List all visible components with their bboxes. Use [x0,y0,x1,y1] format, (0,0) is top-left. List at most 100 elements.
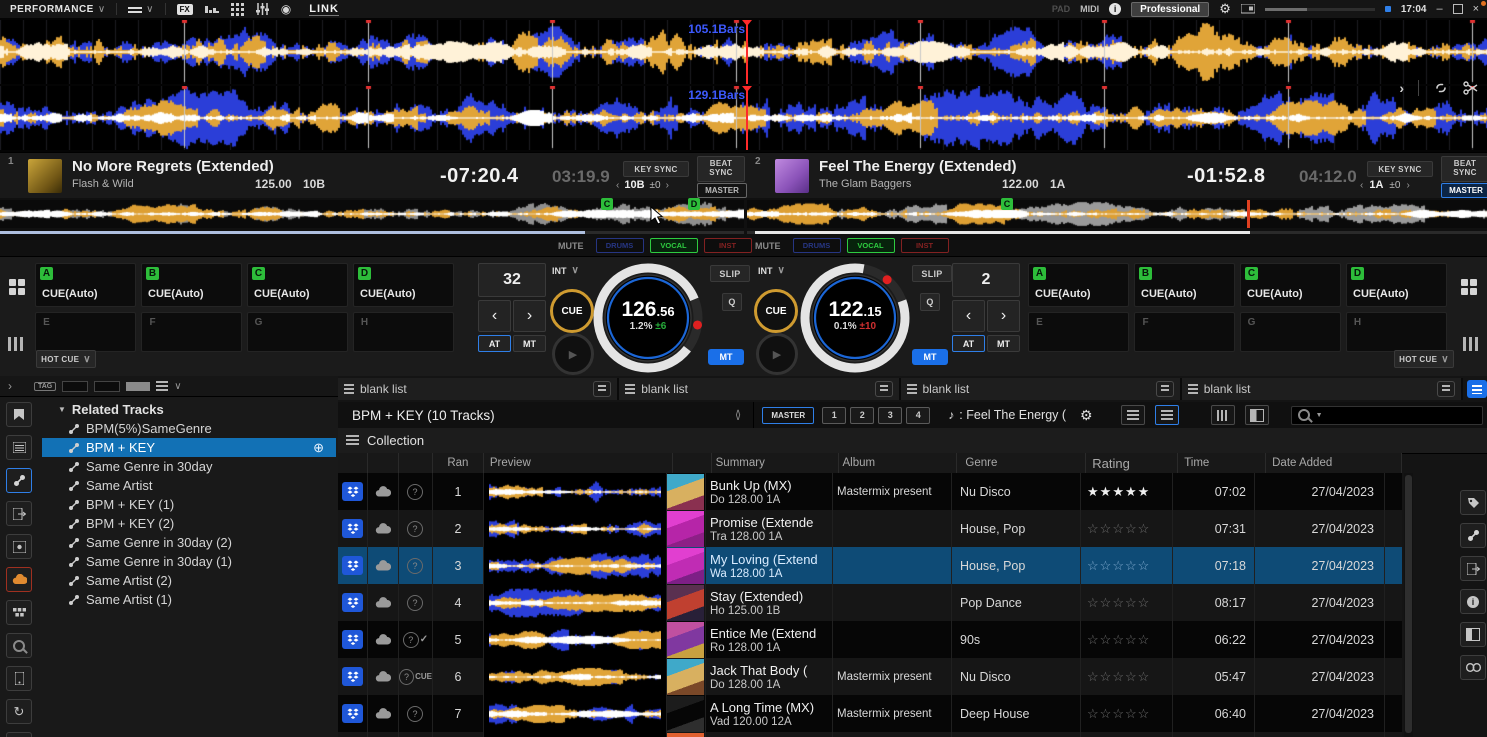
close-button[interactable]: × [1473,3,1479,15]
record-icon[interactable]: ◉ [281,2,291,16]
collection-list-icon[interactable] [6,435,32,460]
col-status[interactable] [399,453,433,473]
related-panel-icon[interactable] [1460,523,1486,548]
blank-list-tab[interactable]: blank list [1182,378,1463,400]
cloud-sync-icon[interactable] [342,704,363,723]
playlists-icon[interactable] [6,402,32,427]
track-preview-waveform[interactable] [489,625,661,655]
deck-load-button-4[interactable]: 4 [906,407,930,424]
blank-list-tab[interactable]: blank list [901,378,1182,400]
hot-cue-pad-g[interactable]: G [247,312,348,352]
cue-marker-d[interactable]: D [688,198,700,210]
hot-cue-pad-d[interactable]: DCUE(Auto) [353,263,454,307]
stem-vocal-button[interactable]: VOCAL [650,238,698,253]
tree-item-same-artist[interactable]: Same Artist [42,476,336,495]
link-button[interactable]: LINK [309,3,339,16]
layout-menu-icon[interactable] [128,5,142,13]
col-genre[interactable]: Genre [957,453,1086,473]
deck2-play-button[interactable]: ▶ [756,333,798,375]
deck2-master-button[interactable]: MASTER [1441,183,1487,198]
tab-menu-icon[interactable] [1437,381,1455,397]
info-icon[interactable]: i [1109,3,1121,15]
sidebar-collapse-icon[interactable]: › [8,379,12,393]
col-time[interactable]: Time [1178,453,1266,473]
bridge-icon[interactable] [6,534,32,559]
track-preview-waveform[interactable] [489,477,661,507]
col-ran[interactable]: Ran [433,453,484,473]
cue-marker-c[interactable]: C [601,198,613,210]
tree-item-bpm-key-2-[interactable]: BPM + KEY (2) [42,514,336,533]
minimize-button[interactable]: – [1436,3,1442,15]
deck-load-button-3[interactable]: 3 [878,407,902,424]
deck1-slip-button[interactable]: SLIP [710,265,750,282]
key-down-icon[interactable]: ‹ [616,180,619,191]
deck2-mt-button[interactable]: MT [987,335,1020,352]
track-preview-waveform[interactable] [489,662,661,692]
split-view-icon[interactable] [1245,405,1269,425]
track-row[interactable]: ? 4 Stay (Extended) Ho 125.00 1B Pop Dan… [338,584,1402,621]
deck2-quantize-button[interactable]: Q [920,293,940,311]
deck1-mt-button[interactable]: MT [513,335,546,352]
cloud-library-icon[interactable] [6,567,32,592]
related-tracks-icon[interactable] [6,468,32,493]
devices-icon[interactable] [6,600,32,625]
browser-master-button[interactable]: MASTER [762,407,814,424]
hot-cue-pad-c[interactable]: CCUE(Auto) [247,263,348,307]
deck-load-button-2[interactable]: 2 [850,407,874,424]
eq-levels-icon[interactable] [8,337,23,351]
track-row[interactable]: ? 2 Promise (Extende Tra 128.00 1A House… [338,510,1402,547]
deck1-at-button[interactable]: AT [478,335,511,352]
track-preview-waveform[interactable] [489,699,661,729]
deck2-cue-button[interactable]: CUE [754,289,798,333]
col-rating[interactable]: Rating [1086,453,1178,473]
link-panel-icon[interactable] [1460,655,1486,680]
col-summary[interactable]: Summary [712,453,839,473]
track-row[interactable]: ?✓ 5 Entice Me (Extend Ro 128.00 1A 90s … [338,621,1402,658]
col-album[interactable]: Album [839,453,958,473]
tree-item-bpm-key[interactable]: BPM + KEY ⊕ [42,438,336,457]
deck1-master-button[interactable]: MASTER [697,183,747,198]
deck1-int-selector[interactable]: INT∨ [552,265,579,276]
track-row[interactable]: ? 7 A Long Time (MX) Vad 120.00 12A Mast… [338,695,1402,732]
tree-root-related-tracks[interactable]: ▼ Related Tracks [42,400,336,419]
hot-cue-pad-e[interactable]: E [1028,312,1129,352]
deck1-jump-back-button[interactable]: ‹ [478,300,511,332]
deck1-jump-fwd-button[interactable]: › [513,300,546,332]
hot-cue-pad-c[interactable]: CCUE(Auto) [1240,263,1341,307]
deck2-key-shift-value[interactable]: 1A [1369,179,1383,191]
track-rating[interactable]: ☆☆☆☆☆ [1081,584,1173,621]
hot-cue-pad-d[interactable]: DCUE(Auto) [1346,263,1447,307]
hot-cue-pad-h[interactable]: H [353,312,454,352]
tab-menu-icon[interactable] [1156,381,1174,397]
deck1-key-shift-value[interactable]: 10B [624,179,644,191]
tree-item-same-genre-in-30day[interactable]: Same Genre in 30day [42,457,336,476]
hot-cue-pad-f[interactable]: F [141,312,242,352]
track-rating[interactable]: ☆☆☆☆☆ [1081,658,1173,695]
hot-cue-pad-h[interactable]: H [1346,312,1447,352]
hot-cue-pad-f[interactable]: F [1134,312,1235,352]
hot-cue-pad-b[interactable]: BCUE(Auto) [1134,263,1235,307]
pad-mode-grid-icon[interactable] [9,279,25,295]
deck2-slip-button[interactable]: SLIP [912,265,952,282]
link-tracks-icon[interactable] [1433,81,1449,95]
col-artwork[interactable] [673,453,712,473]
filter-chip[interactable] [62,381,88,392]
export-playlist-icon[interactable] [6,501,32,526]
track-rating[interactable]: ☆☆☆☆☆ [1081,621,1173,658]
filter-chip[interactable] [94,381,120,392]
blank-list-tab[interactable]: blank list [338,378,619,400]
track-rating[interactable]: ☆☆☆☆☆ [1081,695,1173,732]
deck2-beat-sync-button[interactable]: BEATSYNC [1441,156,1487,182]
col-date-added[interactable]: Date Added [1266,453,1402,473]
column-view-icon[interactable] [1211,405,1235,425]
sampler-icon[interactable] [205,4,219,15]
track-rating[interactable] [1081,732,1173,737]
deck2-jump-fwd-button[interactable]: › [987,300,1020,332]
tree-item-bpm-key-1-[interactable]: BPM + KEY (1) [42,495,336,514]
collection-breadcrumb[interactable]: Collection [338,428,1487,454]
track-row[interactable]: ? 3 My Loving (Extend Wa 128.00 1A House… [338,547,1402,584]
cloud-sync-icon[interactable] [342,556,363,575]
browser-panel-toggle[interactable] [1467,380,1487,398]
layout-panel-icon[interactable] [1460,622,1486,647]
search-icon[interactable] [6,633,32,658]
